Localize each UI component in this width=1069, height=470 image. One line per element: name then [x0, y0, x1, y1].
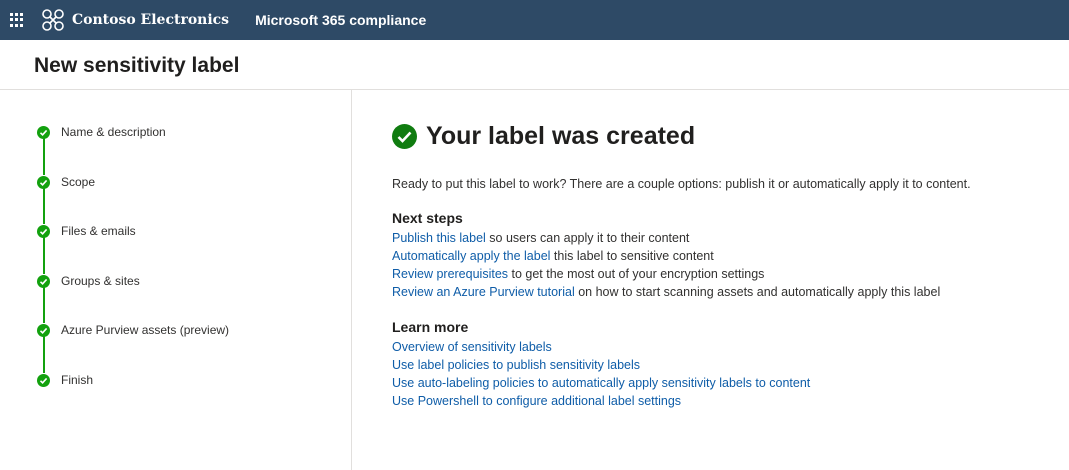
publish-label-link[interactable]: Publish this label: [392, 231, 486, 245]
intro-text: Ready to put this label to work? There a…: [392, 177, 971, 191]
step-azure-purview-assets[interactable]: Azure Purview assets (preview): [37, 323, 229, 337]
checkmark-circle-icon: [37, 175, 50, 189]
next-step-text: so users can apply it to their content: [485, 231, 690, 245]
step-label: Name & description: [61, 125, 166, 139]
step-connector: [43, 286, 45, 323]
step-label: Azure Purview assets (preview): [61, 323, 230, 337]
next-steps-section: Next steps Publish this label so users c…: [392, 210, 940, 301]
next-step-text: on how to start scanning assets and auto…: [574, 285, 941, 299]
step-label: Scope: [61, 175, 96, 189]
wizard-divider: [351, 90, 352, 470]
step-groups-sites[interactable]: Groups & sites: [37, 274, 140, 288]
next-step-item: Review an Azure Purview tutorial on how …: [392, 283, 940, 301]
learn-more-heading: Learn more: [392, 319, 469, 335]
header-divider: [0, 89, 1069, 90]
next-step-text: to get the most out of your encryption s…: [508, 267, 765, 281]
main-content: Your label was created Ready to put this…: [392, 122, 1062, 408]
learn-more-item: Use auto-labeling policies to automatica…: [392, 374, 810, 392]
step-connector: [43, 138, 45, 175]
step-name-description[interactable]: Name & description: [37, 125, 166, 139]
step-connector: [43, 237, 45, 274]
step-label: Finish: [61, 373, 94, 387]
page-title: New sensitivity label: [34, 54, 240, 77]
checkmark-circle-icon: [37, 323, 50, 337]
contoso-logo-icon: [42, 9, 64, 31]
step-finish[interactable]: Finish: [37, 373, 93, 387]
app-name[interactable]: Microsoft 365 compliance: [255, 12, 426, 28]
org-name: Contoso Electronics: [72, 12, 230, 28]
auto-apply-label-link[interactable]: Automatically apply the label: [392, 249, 550, 263]
next-step-text: this label to sensitive content: [550, 249, 714, 263]
step-label: Files & emails: [61, 224, 136, 238]
checkmark-circle-icon: [37, 224, 50, 238]
label-policies-link[interactable]: Use label policies to publish sensitivit…: [392, 358, 640, 372]
top-bar: Contoso Electronics Microsoft 365 compli…: [0, 0, 1069, 40]
step-connector: [43, 336, 45, 373]
app-launcher-waffle-icon[interactable]: [10, 13, 24, 27]
next-steps-heading: Next steps: [392, 210, 463, 226]
learn-more-item: Use Powershell to configure additional l…: [392, 392, 810, 410]
learn-more-item: Overview of sensitivity labels: [392, 338, 810, 356]
checkmark-circle-icon: [37, 274, 50, 288]
overview-sensitivity-labels-link[interactable]: Overview of sensitivity labels: [392, 340, 552, 354]
success-header: Your label was created: [392, 122, 1062, 151]
step-label: Groups & sites: [61, 274, 140, 288]
next-step-item: Publish this label so users can apply it…: [392, 229, 940, 247]
step-connector: [43, 187, 45, 224]
success-title: Your label was created: [426, 122, 696, 150]
next-step-item: Review prerequisites to get the most out…: [392, 265, 940, 283]
learn-more-section: Learn more Overview of sensitivity label…: [392, 319, 810, 410]
step-files-emails[interactable]: Files & emails: [37, 224, 136, 238]
learn-more-item: Use label policies to publish sensitivit…: [392, 356, 810, 374]
checkmark-circle-icon: [37, 373, 50, 387]
auto-labeling-policies-link[interactable]: Use auto-labeling policies to automatica…: [392, 376, 810, 390]
next-step-item: Automatically apply the label this label…: [392, 247, 940, 265]
success-checkmark-icon: [392, 124, 417, 149]
review-prerequisites-link[interactable]: Review prerequisites: [392, 267, 508, 281]
azure-purview-tutorial-link[interactable]: Review an Azure Purview tutorial: [392, 285, 575, 299]
powershell-label-settings-link[interactable]: Use Powershell to configure additional l…: [392, 394, 681, 408]
checkmark-circle-icon: [37, 125, 50, 139]
step-scope[interactable]: Scope: [37, 175, 95, 189]
